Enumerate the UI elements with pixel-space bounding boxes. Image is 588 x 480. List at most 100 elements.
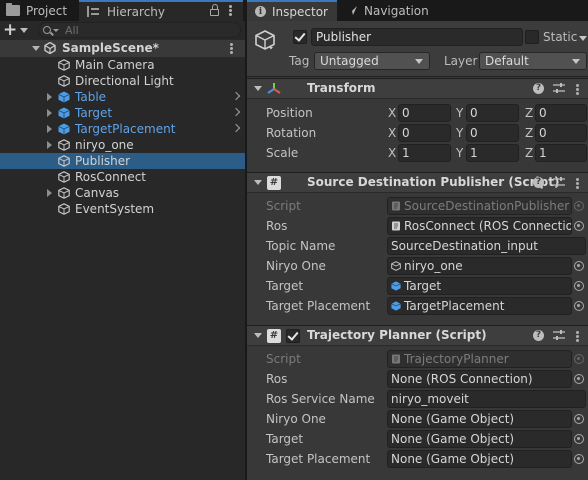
fold-arrow-icon[interactable]: [254, 86, 262, 91]
hierarchy-item[interactable]: Directional Light: [0, 73, 245, 89]
property-label: Topic Name: [266, 239, 336, 253]
property-field[interactable]: niryo_moveit: [387, 390, 586, 408]
property-field[interactable]: None (Game Object): [387, 450, 572, 468]
tab-project[interactable]: Project: [0, 0, 78, 21]
script-property-row: Niryo One None (Game Object): [247, 409, 588, 429]
expand-arrow-icon[interactable]: [47, 125, 52, 133]
tab-inspector[interactable]: i Inspector: [247, 0, 337, 21]
property-value: TrajectoryPlanner: [404, 352, 509, 366]
static-checkbox[interactable]: [525, 30, 539, 44]
property-field[interactable]: RosConnect (ROS Connectio: [387, 217, 572, 235]
transform-z-field[interactable]: 1: [535, 144, 587, 162]
hierarchy-item[interactable]: EventSystem: [0, 201, 245, 217]
object-picker-icon[interactable]: [574, 301, 584, 311]
transform-z-field[interactable]: 0: [535, 124, 587, 142]
transform-header[interactable]: Transform ?: [247, 78, 588, 99]
property-value: None (Game Object): [391, 412, 515, 426]
expand-arrow-icon[interactable]: [47, 189, 52, 197]
transform-x-field[interactable]: 1: [398, 144, 451, 162]
folder-icon: [6, 3, 20, 16]
hierarchy-item[interactable]: niryo_one: [0, 137, 245, 153]
open-prefab-chevron-icon[interactable]: [231, 123, 241, 133]
transform-x-field[interactable]: 0: [398, 104, 451, 122]
fold-arrow-icon[interactable]: [254, 333, 262, 338]
property-field[interactable]: None (ROS Connection): [387, 370, 572, 388]
scene-row[interactable]: SampleScene*: [0, 40, 245, 57]
transform-y-field[interactable]: 0: [466, 104, 519, 122]
inspector-panel: i Inspector Navigation Publisher Static …: [247, 0, 588, 480]
hierarchy-item[interactable]: Target: [0, 105, 245, 121]
script-property-row: Ros None (ROS Connection): [247, 369, 588, 389]
hierarchy-item[interactable]: Table: [0, 89, 245, 105]
component-menu-icon[interactable]: [576, 84, 579, 95]
create-button[interactable]: +: [3, 22, 29, 39]
object-picker-icon[interactable]: [574, 374, 584, 384]
search-box[interactable]: [38, 22, 241, 38]
object-picker-icon[interactable]: [574, 414, 584, 424]
presets-icon[interactable]: [553, 177, 565, 188]
object-picker-icon[interactable]: [574, 454, 584, 464]
transform-y-field[interactable]: 1: [466, 144, 519, 162]
tab-project-label: Project: [26, 3, 68, 18]
tag-dropdown[interactable]: Untagged: [314, 52, 430, 70]
open-prefab-chevron-icon[interactable]: [231, 91, 241, 101]
scene-name: SampleScene*: [62, 41, 159, 55]
hierarchy-item[interactable]: RosConnect: [0, 169, 245, 185]
active-checkbox[interactable]: [293, 30, 307, 44]
property-field[interactable]: niryo_one: [387, 257, 572, 275]
component-menu-icon[interactable]: [576, 178, 579, 189]
more-options-icon[interactable]: [229, 5, 232, 16]
property-value: RosConnect (ROS Connectio: [404, 219, 572, 233]
open-prefab-chevron-icon[interactable]: [231, 107, 241, 117]
help-icon[interactable]: ?: [533, 83, 544, 94]
property-field[interactable]: None (Game Object): [387, 410, 572, 428]
expand-arrow-icon[interactable]: [47, 141, 52, 149]
property-value: TargetPlacement: [404, 299, 505, 313]
hierarchy-item[interactable]: Publisher: [0, 153, 245, 169]
script-property-row: Script SourceDestinationPublisher: [247, 196, 588, 216]
object-picker-icon[interactable]: [574, 281, 584, 291]
property-field: SourceDestinationPublisher: [387, 197, 572, 215]
transform-y-field[interactable]: 0: [466, 124, 519, 142]
static-dropdown-icon[interactable]: [579, 36, 587, 41]
hierarchy-item-label: TargetPlacement: [75, 122, 176, 136]
search-input[interactable]: [65, 23, 215, 37]
component-menu-icon[interactable]: [576, 331, 579, 342]
hierarchy-item[interactable]: Main Camera: [0, 57, 245, 73]
publisher-script-header[interactable]: # Source Destination Publisher (Script) …: [247, 172, 588, 193]
script-icon: #: [267, 329, 281, 343]
expand-arrow-icon[interactable]: [32, 46, 40, 51]
expand-arrow-icon[interactable]: [47, 109, 52, 117]
property-field[interactable]: SourceDestination_input: [387, 237, 586, 255]
object-name-field[interactable]: Publisher: [311, 28, 523, 46]
hierarchy-item[interactable]: TargetPlacement: [0, 121, 245, 137]
transform-row-label: Rotation: [266, 126, 317, 140]
lock-icon[interactable]: [210, 4, 219, 16]
transform-z-field[interactable]: 0: [535, 104, 587, 122]
help-icon[interactable]: ?: [533, 330, 544, 341]
trajectory-script-header[interactable]: # Trajectory Planner (Script) ?: [247, 325, 588, 346]
fold-arrow-icon[interactable]: [254, 180, 262, 185]
object-picker-icon[interactable]: [574, 434, 584, 444]
axis-y-label: Y: [456, 106, 464, 120]
script-property-row: Target Target: [247, 276, 588, 296]
object-picker-icon[interactable]: [574, 221, 584, 231]
component-enabled-checkbox[interactable]: [286, 329, 300, 343]
expand-arrow-icon[interactable]: [47, 93, 52, 101]
presets-icon[interactable]: [553, 330, 565, 341]
property-value: Target: [404, 279, 442, 293]
transform-x-field[interactable]: 0: [398, 124, 451, 142]
property-field[interactable]: Target: [387, 277, 572, 295]
object-picker-icon[interactable]: [574, 261, 584, 271]
transform-row-label: Position: [266, 106, 313, 120]
property-field[interactable]: TargetPlacement: [387, 297, 572, 315]
property-field[interactable]: None (Game Object): [387, 430, 572, 448]
help-icon[interactable]: ?: [533, 177, 544, 188]
presets-icon[interactable]: [553, 83, 565, 94]
script-property-row: Target None (Game Object): [247, 429, 588, 449]
hierarchy-item[interactable]: Canvas: [0, 185, 245, 201]
layer-dropdown[interactable]: Default: [479, 52, 587, 70]
search-filter-dropdown-icon[interactable]: [53, 28, 59, 32]
scene-menu-icon[interactable]: [230, 43, 233, 54]
tab-navigation[interactable]: Navigation: [338, 0, 438, 21]
